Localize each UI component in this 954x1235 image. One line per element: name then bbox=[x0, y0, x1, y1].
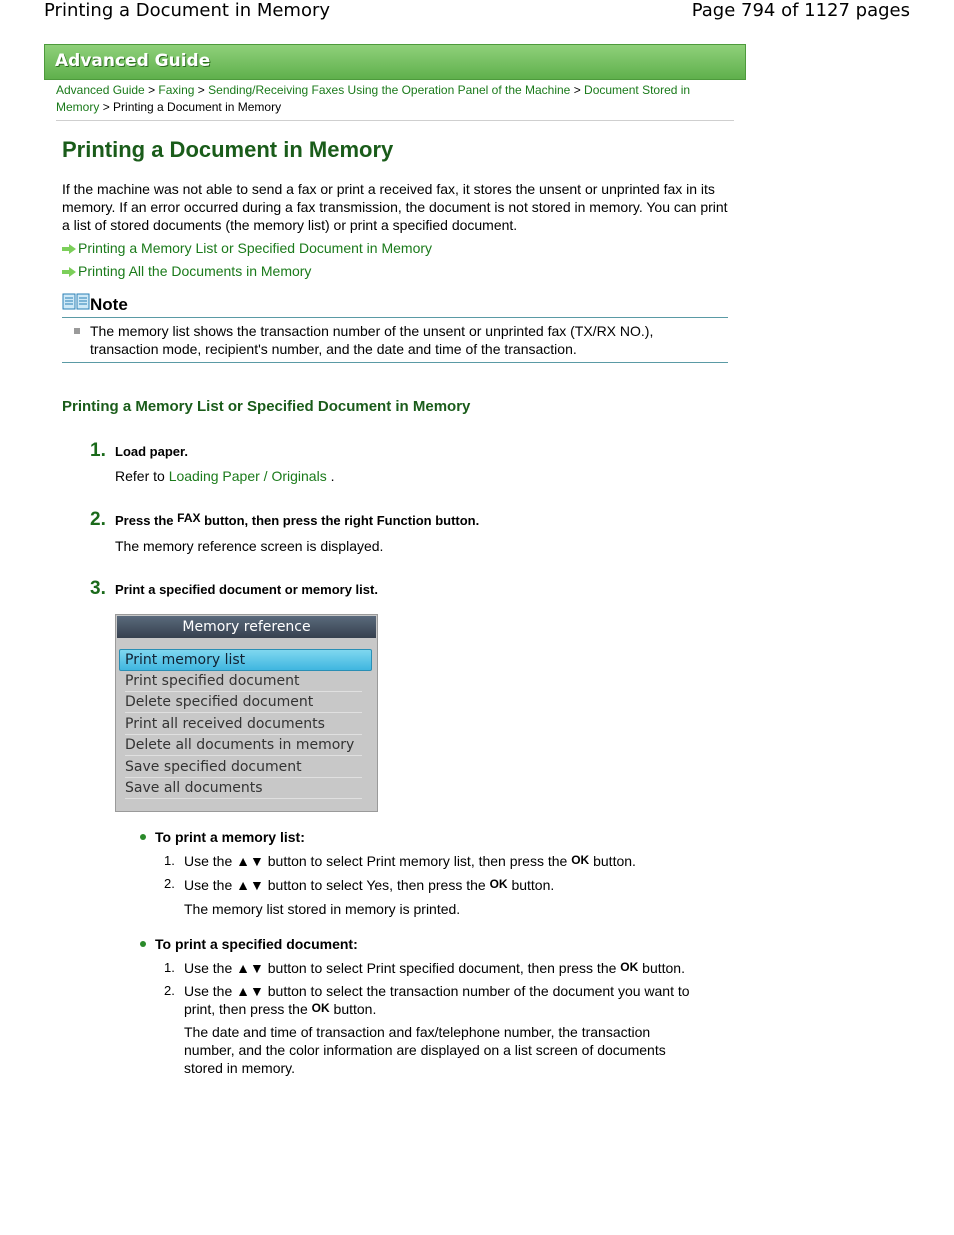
ok-button-label: OK bbox=[489, 877, 508, 891]
ok-button-label: OK bbox=[311, 1001, 330, 1015]
subheading-specified-document: To print a specified document: bbox=[155, 936, 358, 952]
list-text: Use the ▲▼ button to select Yes, then pr… bbox=[184, 877, 490, 893]
list-text: Use the ▲▼ button to select Print specif… bbox=[184, 960, 621, 976]
lcd-item: Delete specified document bbox=[125, 692, 362, 713]
list-text: button. bbox=[638, 960, 685, 976]
breadcrumb-separator: > bbox=[102, 100, 114, 114]
bullet-icon bbox=[140, 834, 146, 840]
step-title: Print a specified document or memory lis… bbox=[115, 582, 378, 597]
advanced-guide-banner: Advanced Guide bbox=[44, 44, 746, 80]
breadcrumb-separator: > bbox=[573, 83, 585, 97]
lcd-title: Memory reference bbox=[117, 616, 376, 638]
lcd-item: Delete all documents in memory bbox=[125, 735, 362, 756]
list-item: Use the ▲▼ button to select the transact… bbox=[184, 982, 704, 1019]
list-text: button. bbox=[507, 877, 555, 893]
breadcrumb-current: Printing a Document in Memory bbox=[113, 100, 282, 114]
list-text: Use the ▲▼ button to select Print memory… bbox=[184, 853, 572, 869]
step-title-text: button, then press the right Function bu… bbox=[200, 513, 480, 528]
lcd-item: Print all received documents bbox=[125, 714, 362, 735]
result-text: The memory list stored in memory is prin… bbox=[184, 901, 461, 917]
lcd-item-selected: Print memory list bbox=[119, 649, 372, 671]
breadcrumb-separator: > bbox=[148, 83, 159, 97]
lcd-screen-memory-reference: Memory reference Print memory list Print… bbox=[115, 614, 378, 812]
lcd-item: Save specified document bbox=[125, 757, 362, 778]
breadcrumb-separator: > bbox=[197, 83, 209, 97]
list-item: Use the ▲▼ button to select Print specif… bbox=[184, 959, 704, 978]
link-loading-paper[interactable]: Loading Paper / Originals bbox=[169, 468, 327, 484]
list-item: Use the ▲▼ button to select Print memory… bbox=[184, 852, 704, 871]
ok-button-label: OK bbox=[620, 960, 639, 974]
step-body-text: Refer to bbox=[115, 468, 169, 484]
arrow-right-icon bbox=[62, 267, 76, 277]
step-title-text: Press the bbox=[115, 513, 178, 528]
note-divider-top bbox=[62, 317, 728, 318]
book-icon bbox=[62, 293, 90, 310]
intro-paragraph: If the machine was not able to send a fa… bbox=[62, 181, 728, 233]
breadcrumb: Advanced Guide > Faxing > Sending/Receiv… bbox=[56, 82, 726, 116]
list-text: button. bbox=[329, 1001, 377, 1017]
page-title: Printing a Document in Memory bbox=[62, 137, 394, 162]
note-label: Note bbox=[90, 295, 128, 314]
note-divider-bottom bbox=[62, 362, 728, 363]
document-title: Printing a Document in Memory bbox=[44, 0, 331, 21]
bullet-icon bbox=[140, 941, 146, 947]
list-number: 2. bbox=[164, 876, 175, 891]
link-all-documents[interactable]: Printing All the Documents in Memory bbox=[62, 263, 311, 279]
step-body: Refer to Loading Paper / Originals . bbox=[115, 468, 334, 484]
list-number: 1. bbox=[164, 853, 175, 868]
note-heading: Note bbox=[62, 292, 128, 315]
list-number: 1. bbox=[164, 960, 175, 975]
section-title: Printing a Memory List or Specified Docu… bbox=[62, 398, 471, 415]
link-label: Printing a Memory List or Specified Docu… bbox=[78, 240, 433, 256]
list-number: 2. bbox=[164, 983, 175, 998]
subheading-memory-list: To print a memory list: bbox=[155, 829, 305, 845]
link-label: Printing All the Documents in Memory bbox=[78, 263, 312, 279]
step-number: 2. bbox=[90, 509, 106, 530]
result-text: The date and time of transaction and fax… bbox=[184, 1024, 666, 1076]
step-body: The memory reference screen is displayed… bbox=[115, 538, 384, 554]
banner-label: Advanced Guide bbox=[55, 51, 211, 71]
page-header: Printing a Document in Memory Page 794 o… bbox=[0, 0, 954, 26]
list-text: button. bbox=[589, 853, 636, 869]
link-memory-list[interactable]: Printing a Memory List or Specified Docu… bbox=[62, 240, 432, 256]
step-number: 3. bbox=[90, 578, 106, 599]
fax-button-label: FAX bbox=[177, 511, 201, 525]
step-number: 1. bbox=[90, 440, 106, 461]
breadcrumb-link-advanced-guide[interactable]: Advanced Guide bbox=[56, 83, 145, 97]
lcd-item: Save all documents bbox=[125, 778, 362, 799]
list-item: Use the ▲▼ button to select Yes, then pr… bbox=[184, 876, 704, 895]
breadcrumb-link-sending-receiving[interactable]: Sending/Receiving Faxes Using the Operat… bbox=[208, 83, 570, 97]
lcd-item: Print specified document bbox=[125, 671, 362, 692]
breadcrumb-link-faxing[interactable]: Faxing bbox=[158, 83, 194, 97]
arrow-right-icon bbox=[62, 244, 76, 254]
step-body-text: . bbox=[326, 468, 335, 484]
ok-button-label: OK bbox=[571, 853, 590, 867]
note-text: The memory list shows the transaction nu… bbox=[90, 323, 654, 357]
list-text: Use the ▲▼ button to select the transact… bbox=[184, 983, 690, 1017]
step-title: Load paper. bbox=[115, 444, 188, 459]
square-bullet-icon bbox=[74, 328, 80, 334]
divider bbox=[56, 120, 734, 121]
page-info: Page 794 of 1127 pages bbox=[691, 0, 910, 21]
step-title: Press the FAX button, then press the rig… bbox=[115, 511, 480, 528]
